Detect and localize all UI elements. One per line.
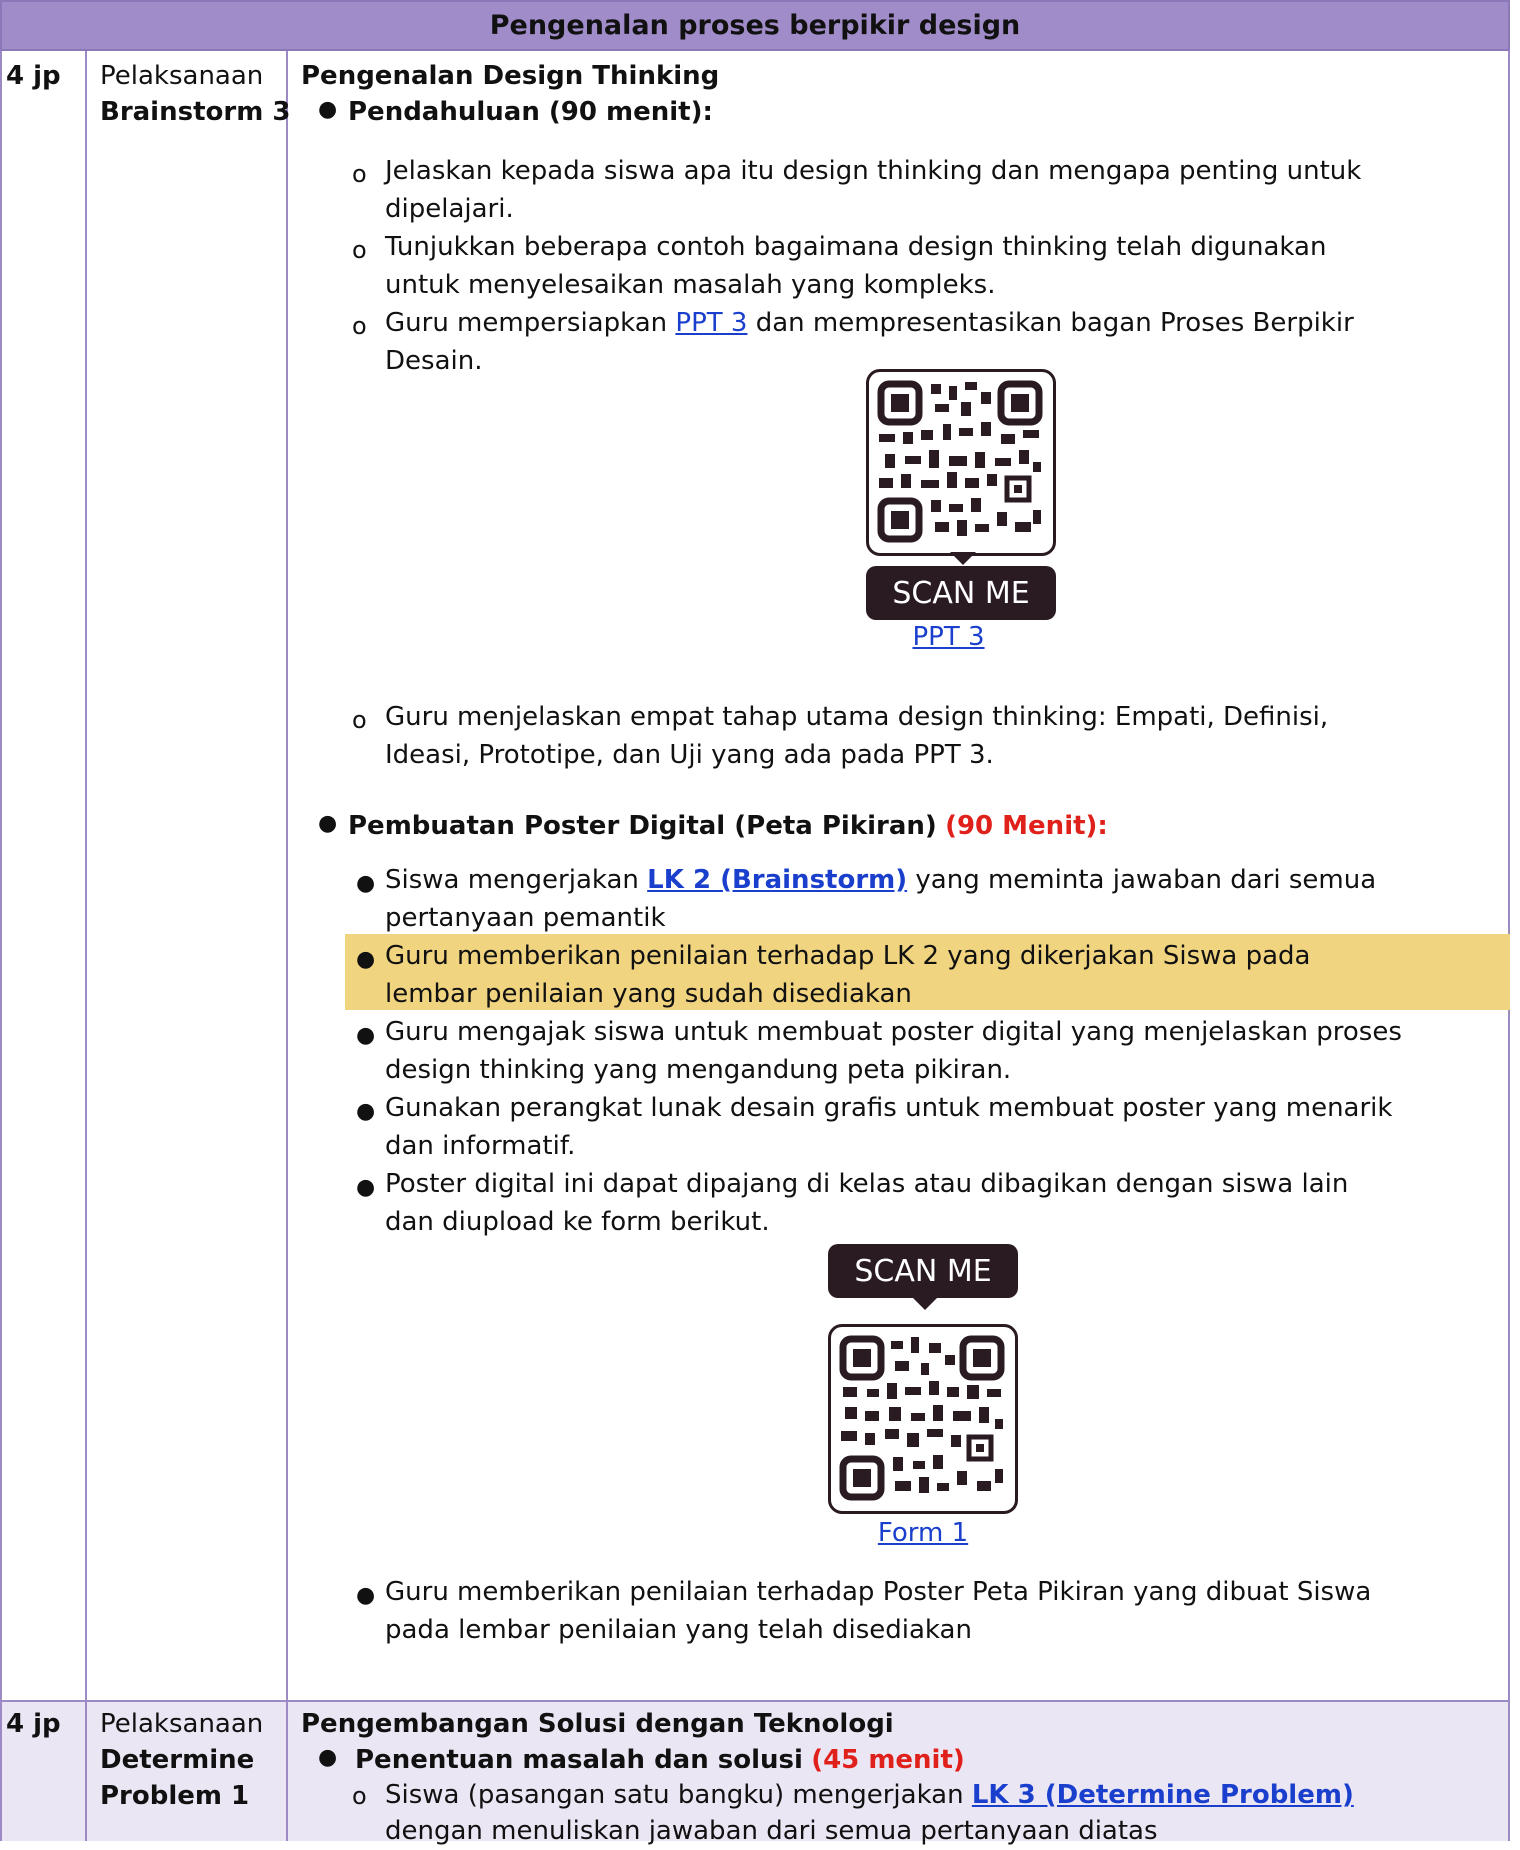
s2-item1-line1: Siswa mengerjakan LK 2 (Brainstorm) yang… <box>385 861 1376 899</box>
form1-caption-link[interactable]: Form 1 <box>828 1518 1018 1548</box>
s1-after-line1: Guru menjelaskan empat tahap utama desig… <box>385 702 1329 732</box>
section2-time: (90 Menit): <box>945 811 1108 841</box>
qr-code-ppt3[interactable] <box>866 369 1056 556</box>
row2-stage: Pelaksanaan <box>100 1709 264 1739</box>
qr-code-form1[interactable] <box>828 1324 1018 1514</box>
bullet-dot: ● <box>356 871 376 896</box>
s2-item1-pre: Siswa mengerjakan <box>385 865 648 895</box>
ppt3-link[interactable]: PPT 3 <box>675 308 747 338</box>
s2-after-line1: Guru memberikan penilaian terhadap Poste… <box>385 1577 1372 1607</box>
section2-title: Pembuatan Poster Digital (Peta Pikiran) <box>348 811 937 841</box>
s2-item1-line2: pertanyaan pemantik <box>385 903 666 933</box>
s1-item3-line2: Desain. <box>385 346 483 376</box>
s1-item3-pre: Guru mempersiapkan <box>385 308 676 338</box>
qr-pattern-icon <box>839 1335 1005 1501</box>
s1-item3-post: dan mempresentasikan bagan Proses Berpik… <box>747 308 1354 338</box>
lk2-link[interactable]: LK 2 (Brainstorm) <box>647 865 907 895</box>
header-title: Pengenalan proses berpikir design <box>489 10 1021 41</box>
row2-item-pre: Siswa (pasangan satu bangku) mengerjakan <box>385 1780 972 1810</box>
table-border-col1 <box>85 51 87 1841</box>
ppt3-caption-link[interactable]: PPT 3 <box>866 622 1031 652</box>
bullet-dot: ● <box>356 1583 376 1608</box>
s2-item3-line1: Guru mengajak siswa untuk membuat poster… <box>385 1017 1402 1047</box>
s2-item1-post: yang meminta jawaban dari semua <box>907 865 1377 895</box>
table-header: Pengenalan proses berpikir design <box>0 0 1510 51</box>
s1-item2-line2: untuk menyelesaikan masalah yang komplek… <box>385 270 996 300</box>
lk3-link[interactable]: LK 3 (Determine Problem) <box>972 1780 1354 1810</box>
section2-title-line: Pembuatan Poster Digital (Peta Pikiran) … <box>348 808 1108 844</box>
bullet-dot: ● <box>318 811 338 836</box>
row2-heading: Pengembangan Solusi dengan Teknologi <box>301 1709 894 1739</box>
bullet-dot: ● <box>318 97 338 122</box>
bullet-dot: ● <box>356 1099 376 1124</box>
s1-item2-line1: Tunjukkan beberapa contoh bagaimana desi… <box>385 232 1327 262</box>
s2-after-line2: pada lembar penilaian yang telah disedia… <box>385 1615 972 1645</box>
bullet-circle: o <box>352 236 367 264</box>
s2-item5-line2: dan diupload ke form berikut. <box>385 1207 770 1237</box>
row-divider <box>0 1700 1510 1702</box>
table-border-col2 <box>286 51 288 1841</box>
speech-pointer-icon <box>912 1297 938 1310</box>
s2-item2-line2: lembar penilaian yang sudah disediakan <box>385 979 912 1009</box>
row2-section-title-line: Penentuan masalah dan solusi (45 menit) <box>355 1742 965 1778</box>
s2-item3-line2: design thinking yang mengandung peta pik… <box>385 1055 1012 1085</box>
s2-item4-line2: dan informatif. <box>385 1131 576 1161</box>
s1-item1-line2: dipelajari. <box>385 194 514 224</box>
bullet-dot: ● <box>356 1023 376 1048</box>
row1-stage: Pelaksanaan <box>100 61 264 91</box>
scan-me-label: SCAN ME <box>828 1244 1018 1298</box>
qr-pattern-icon <box>877 380 1043 543</box>
row2-item-line1: Siswa (pasangan satu bangku) mengerjakan… <box>385 1776 1354 1814</box>
row2-section-time: (45 menit) <box>811 1745 965 1775</box>
table-border-left <box>0 51 2 1841</box>
bullet-dot: ● <box>356 1175 376 1200</box>
s1-item1-line1: Jelaskan kepada siswa apa itu design thi… <box>385 156 1362 186</box>
row1-activity: Brainstorm 3 <box>100 97 291 127</box>
row1-jp: 4 jp <box>6 61 61 91</box>
row2-activity-line1: Determine <box>100 1745 255 1775</box>
speech-pointer-icon <box>950 552 976 565</box>
s1-after-line2: Ideasi, Prototipe, dan Uji yang ada pada… <box>385 740 994 770</box>
bullet-circle: o <box>352 1782 367 1810</box>
bullet-circle: o <box>352 160 367 188</box>
row2-item-line2: dengan menuliskan jawaban dari semua per… <box>385 1816 1158 1846</box>
s2-item5-line1: Poster digital ini dapat dipajang di kel… <box>385 1169 1349 1199</box>
bullet-circle: o <box>352 706 367 734</box>
s2-item2-line1: Guru memberikan penilaian terhadap LK 2 … <box>385 941 1311 971</box>
row1-heading: Pengenalan Design Thinking <box>301 61 720 91</box>
section1-title: Pendahuluan (90 menit): <box>348 97 713 127</box>
row2-jp: 4 jp <box>6 1709 61 1739</box>
row2-activity-line2: Problem 1 <box>100 1781 250 1811</box>
s2-item4-line1: Gunakan perangkat lunak desain grafis un… <box>385 1093 1393 1123</box>
row2-section-title: Penentuan masalah dan solusi <box>355 1745 803 1775</box>
s1-item3-line1: Guru mempersiapkan PPT 3 dan mempresenta… <box>385 304 1354 342</box>
document-page: Pengenalan proses berpikir design 4 jp P… <box>0 0 1520 1846</box>
bullet-dot: ● <box>356 947 376 972</box>
bullet-dot: ● <box>318 1745 338 1770</box>
scan-me-label: SCAN ME <box>866 566 1056 620</box>
bullet-circle: o <box>352 312 367 340</box>
